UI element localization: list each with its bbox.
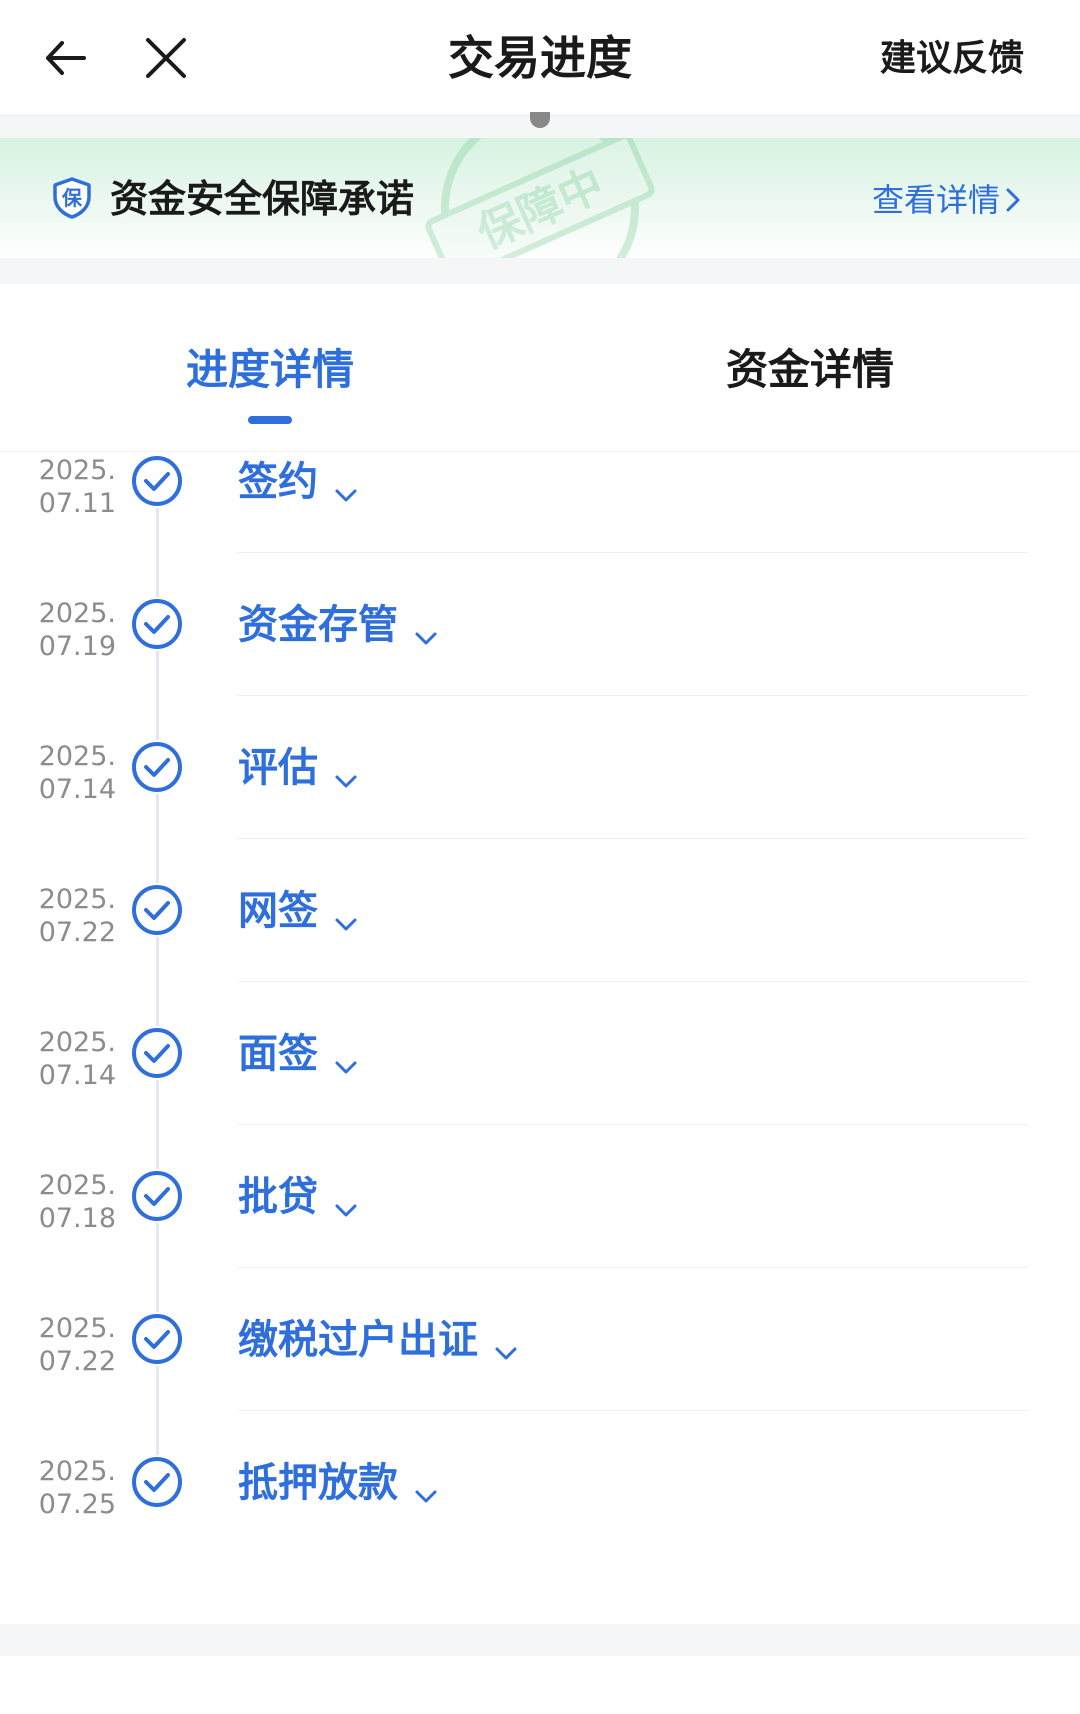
timeline-date: 2025.07.14 [38,741,116,805]
divider [238,552,1028,553]
timeline-item[interactable]: 2025.07.14 评估 [0,740,1080,883]
timeline-step[interactable]: 批贷 [238,1169,360,1225]
bottom-area [0,1656,1080,1714]
divider [238,1267,1028,1268]
page: 交易进度 建议反馈 保障中 保 资金安全保障承诺 查看详情 进度详情 资金详情 … [0,0,1080,1714]
timeline-step[interactable]: 网签 [238,883,360,939]
tab-progress-details[interactable]: 进度详情 [0,340,540,400]
check-circle-icon [130,1169,184,1223]
timeline-step[interactable]: 缴税过户出证 [238,1312,520,1368]
timeline-item[interactable]: 2025.07.11 签约 [0,454,1080,597]
divider [238,695,1028,696]
chevron-down-icon [332,468,360,502]
check-circle-icon [130,454,184,508]
timeline-step-label: 网签 [238,888,318,934]
divider [238,1410,1028,1411]
timeline-step-label: 批贷 [238,1174,318,1220]
protected-stamp-icon: 保障中 [425,138,655,258]
check-circle-icon [130,597,184,651]
chevron-right-icon [1006,188,1020,212]
chevron-down-icon [492,1326,520,1360]
timeline-item[interactable]: 2025.07.14 面签 [0,1026,1080,1169]
chevron-down-icon [332,897,360,931]
check-circle-icon [130,740,184,794]
timeline-item[interactable]: 2025.07.18 批贷 [0,1169,1080,1312]
timeline-step[interactable]: 资金存管 [238,597,440,653]
shield-icon: 保 [50,176,94,220]
divider [238,981,1028,982]
timeline-step-label: 签约 [238,459,318,505]
timeline-date: 2025.07.25 [38,1456,116,1520]
progress-card: 进度详情 资金详情 2025.07.11 签约 2025.07.19 资金存管 2025… [0,284,1080,1624]
timeline-date: 2025.07.19 [38,598,116,662]
timeline-item[interactable]: 2025.07.22 网签 [0,883,1080,1026]
view-details-link[interactable]: 查看详情 [872,178,1022,222]
top-bar: 交易进度 建议反馈 [0,0,1080,116]
chevron-down-icon [412,611,440,645]
svg-text:保: 保 [61,186,83,210]
banner-title: 资金安全保障承诺 [110,177,415,221]
timeline-item[interactable]: 2025.07.25 抵押放款 [0,1455,1080,1598]
view-details-label: 查看详情 [871,181,1000,219]
check-circle-icon [130,1312,184,1366]
tab-bar: 进度详情 资金详情 [0,284,1080,452]
check-circle-icon [130,1026,184,1080]
timeline-date: 2025.07.11 [38,455,116,519]
timeline-step[interactable]: 面签 [238,1026,360,1082]
active-tab-indicator [248,416,292,424]
timeline-date: 2025.07.22 [38,884,116,948]
timeline-step-label: 资金存管 [238,602,398,648]
tab-fund-details[interactable]: 资金详情 [540,340,1080,400]
chevron-down-icon [412,1469,440,1503]
timeline-step[interactable]: 评估 [238,740,360,796]
chevron-down-icon [332,1183,360,1217]
divider [238,838,1028,839]
check-circle-icon [130,1455,184,1509]
timeline-step-label: 评估 [238,745,318,791]
timeline-item[interactable]: 2025.07.22 缴税过户出证 [0,1312,1080,1455]
pull-indicator [530,112,550,128]
timeline-step-label: 缴税过户出证 [238,1317,478,1363]
timeline-date: 2025.07.14 [38,1027,116,1091]
timeline-step-label: 面签 [238,1031,318,1077]
chevron-down-icon [332,754,360,788]
divider [238,1124,1028,1125]
timeline-step-label: 抵押放款 [238,1460,398,1506]
feedback-button[interactable]: 建议反馈 [880,34,1024,84]
timeline-step[interactable]: 抵押放款 [238,1455,440,1511]
timeline-date: 2025.07.18 [38,1170,116,1234]
check-circle-icon [130,883,184,937]
timeline-date: 2025.07.22 [38,1313,116,1377]
timeline-step[interactable]: 签约 [238,454,360,510]
chevron-down-icon [332,1040,360,1074]
fund-safety-banner[interactable]: 保障中 保 资金安全保障承诺 查看详情 [0,138,1080,258]
timeline-item[interactable]: 2025.07.19 资金存管 [0,597,1080,740]
